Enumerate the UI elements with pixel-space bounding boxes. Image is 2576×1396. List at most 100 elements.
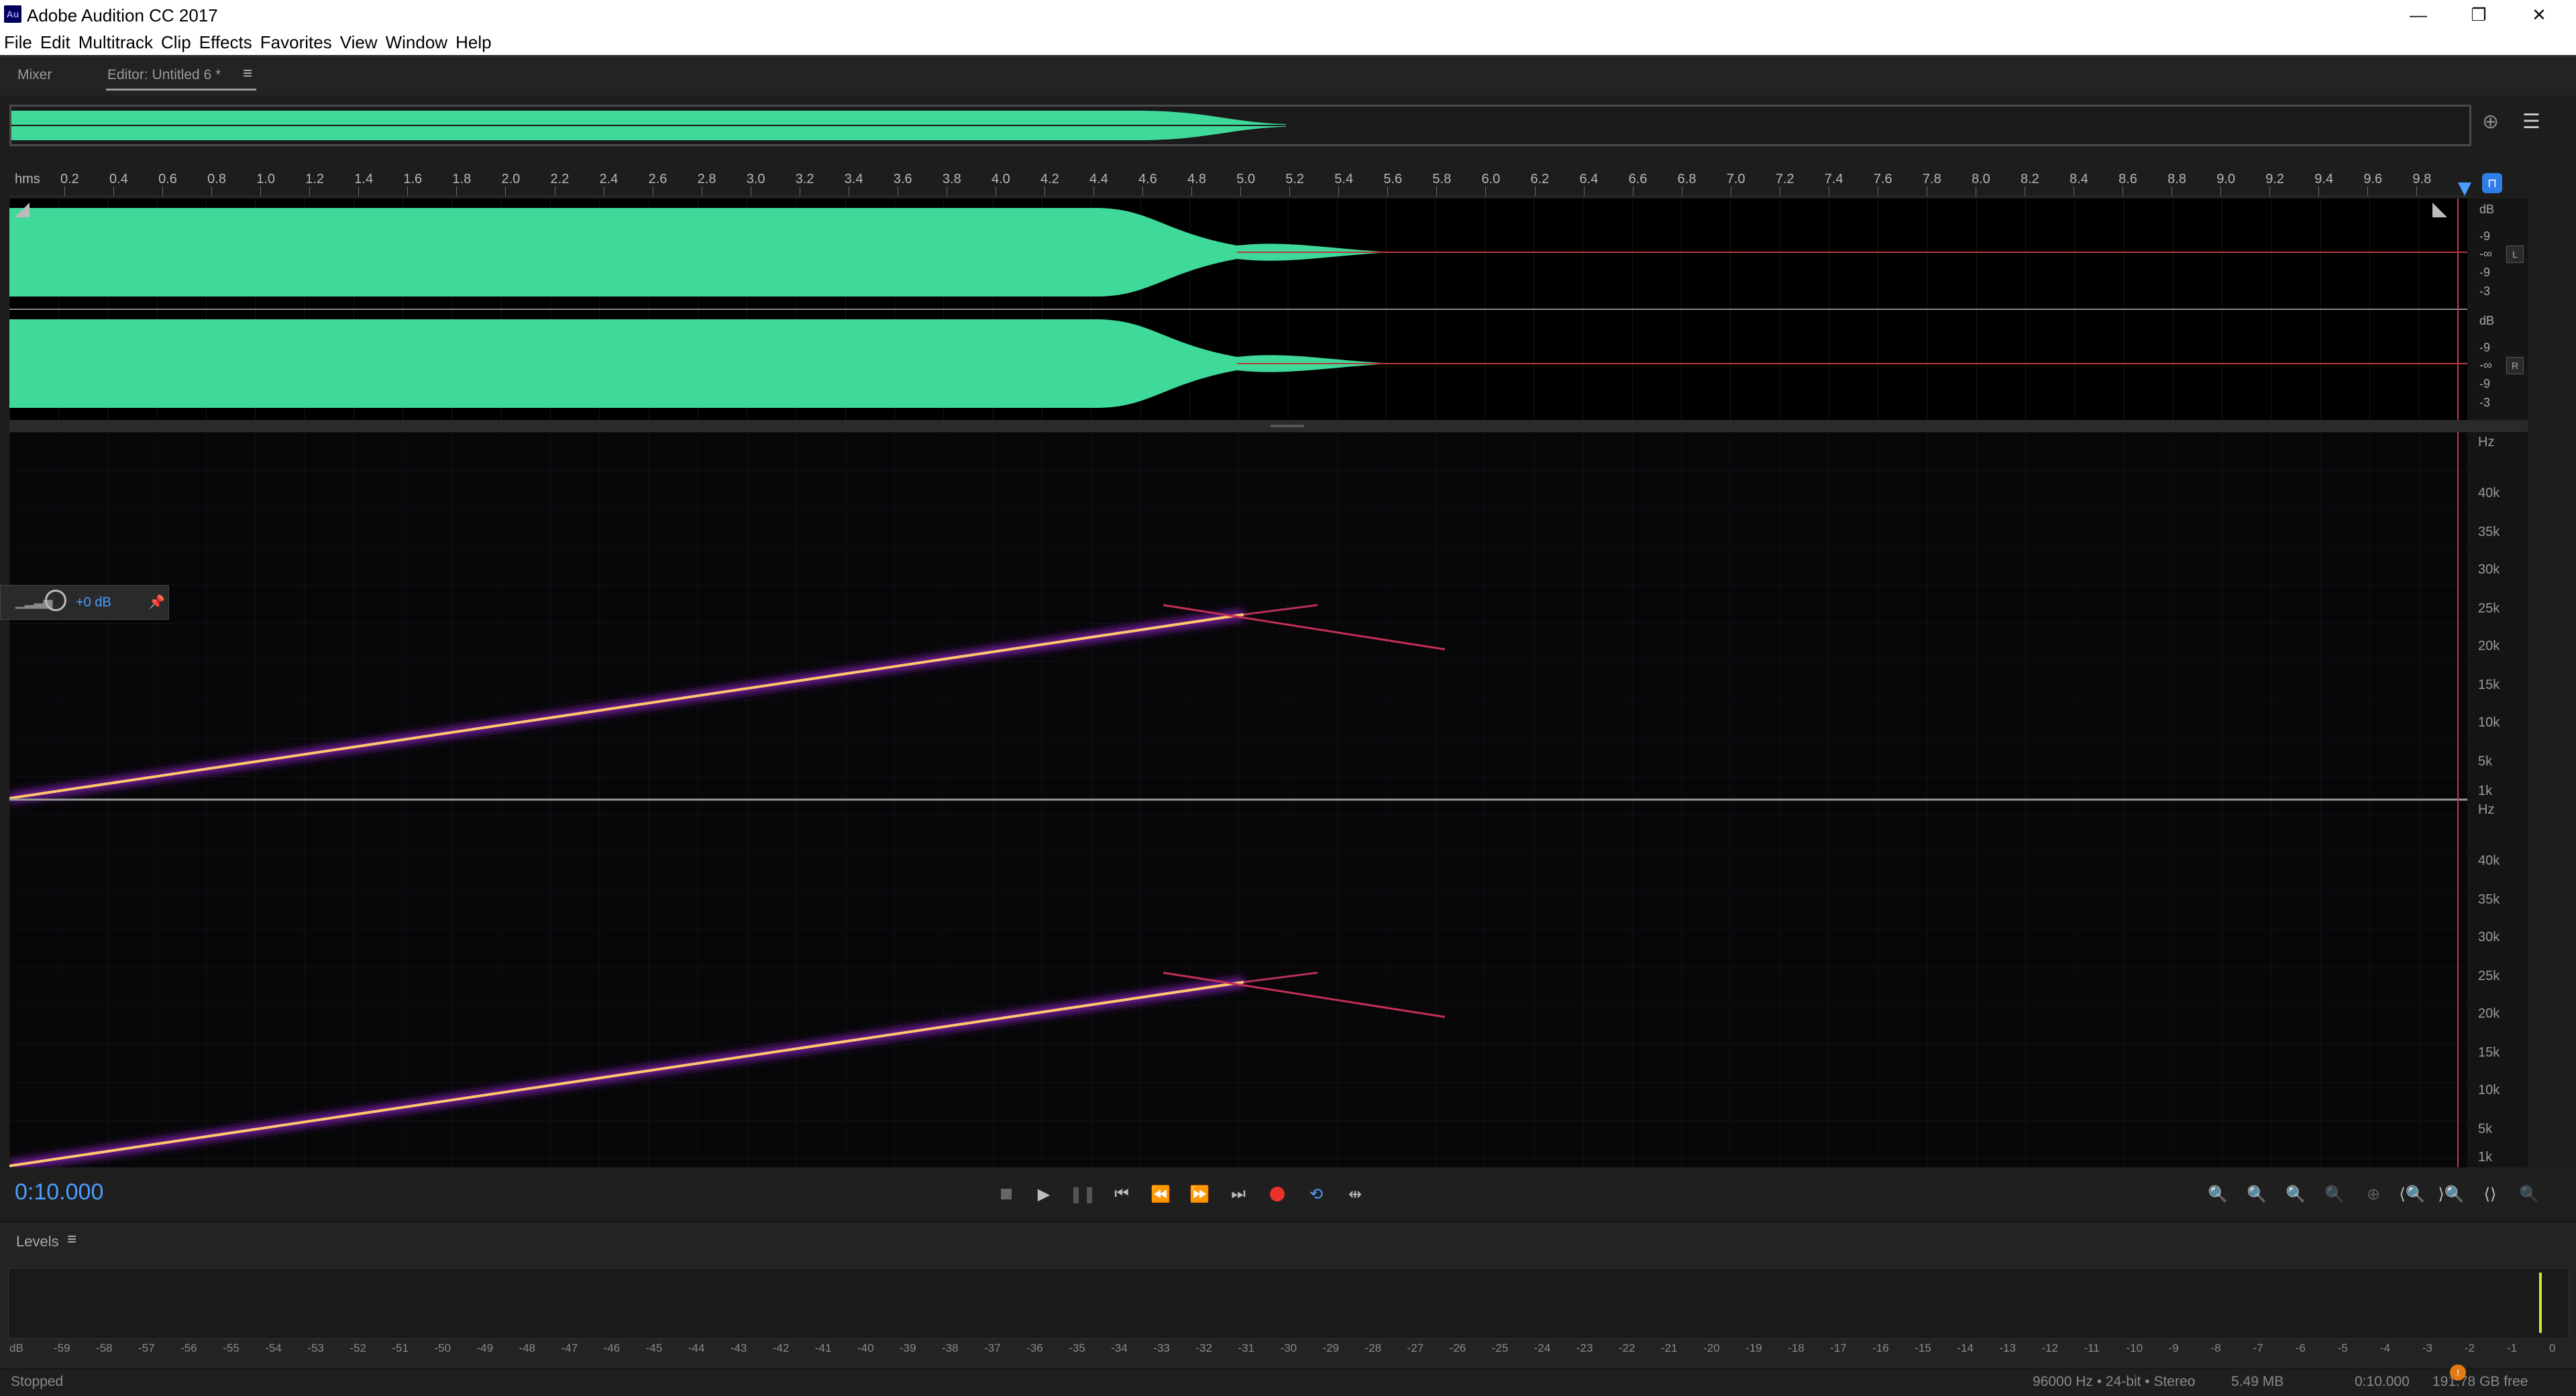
restore-button[interactable]: ❐ (2449, 0, 2509, 30)
close-button[interactable]: ✕ (2509, 0, 2569, 30)
left-channel-toggle[interactable]: L (2506, 246, 2524, 263)
menu-edit[interactable]: Edit (36, 32, 74, 53)
ruler-tick-label: 4.8 (1187, 172, 1206, 186)
skip-selection-button[interactable]: ⇹ (1342, 1181, 1368, 1207)
zoom-in-amplitude-icon[interactable]: 🔍 (2204, 1181, 2231, 1207)
move-to-start-button[interactable]: ⏮ (1108, 1181, 1135, 1207)
levels-scale-label: -41 (814, 1342, 832, 1354)
pause-button[interactable]: ❚❚ (1069, 1181, 1096, 1207)
zoom-reset-icon[interactable]: 🔍 (2516, 1181, 2542, 1207)
ruler-tick-mark (113, 186, 115, 196)
timecode-display[interactable]: 0:10.000 (15, 1179, 103, 1205)
levels-unit: dB (9, 1342, 23, 1354)
hz-label: 25k (2478, 601, 2500, 616)
ruler-tick-label: 9.0 (2216, 172, 2235, 186)
app-icon: Au (4, 5, 21, 23)
play-button[interactable]: ▶ (1030, 1181, 1057, 1207)
levels-scale-label: -35 (1069, 1342, 1085, 1354)
menu-multitrack[interactable]: Multitrack (74, 32, 157, 53)
stop-button[interactable] (993, 1181, 1020, 1207)
levels-panel-title: Levels (16, 1233, 59, 1250)
panel-menu-icon[interactable]: ≡ (243, 64, 252, 83)
hz-label: 30k (2478, 562, 2500, 577)
menu-clip[interactable]: Clip (157, 32, 195, 53)
ruler-tick-mark (1093, 186, 1095, 196)
hz-label: 35k (2478, 892, 2500, 907)
menu-file[interactable]: File (0, 32, 36, 53)
pin-icon[interactable]: 📌 (148, 594, 165, 610)
notification-icon[interactable]: ! (2450, 1364, 2466, 1381)
ruler-tick-label: 5.0 (1236, 172, 1255, 186)
levels-scale-label: -19 (1746, 1342, 1762, 1354)
menu-view[interactable]: View (336, 32, 382, 53)
zoom-out-time-icon[interactable]: 🔍 (2321, 1181, 2348, 1207)
zoom-in-point-icon[interactable]: ⟨🔍 (2399, 1181, 2426, 1207)
zoom-navigator-icon[interactable]: ⊕ (2482, 110, 2499, 133)
ruler-tick-mark (1338, 186, 1340, 196)
waveform-display[interactable] (9, 199, 2467, 420)
ruler-tick-mark (2220, 186, 2222, 196)
levels-scale-label: -58 (96, 1342, 113, 1354)
fast-forward-button[interactable]: ⏩ (1186, 1181, 1213, 1207)
ruler-tick-label: 2.8 (697, 172, 716, 186)
ruler-tick-label: 5.4 (1334, 172, 1354, 186)
levels-scale-label: -52 (350, 1342, 366, 1354)
amp-label: -9 (2479, 266, 2491, 279)
record-button[interactable] (1264, 1181, 1291, 1207)
zoom-out-point-icon[interactable]: ⟩🔍 (2438, 1181, 2465, 1207)
levels-scale-label: -25 (1491, 1342, 1509, 1354)
levels-menu-icon[interactable]: ≡ (67, 1230, 76, 1249)
menu-help[interactable]: Help (451, 32, 495, 53)
hz-label: 5k (2478, 1122, 2493, 1136)
time-ruler[interactable]: hms 0.2 0.4 0.6 0.8 1.0 1.2 1.4 1.6 1.8 2.0 2.2 2.4… (9, 165, 2467, 197)
ruler-tick-mark (64, 186, 65, 196)
spectral-frequency-display[interactable] (8, 432, 2467, 1171)
menu-effects[interactable]: Effects (195, 32, 256, 53)
gain-value: +0 dB (76, 595, 111, 610)
right-channel-toggle[interactable]: R (2506, 357, 2524, 374)
menu-window[interactable]: Window (382, 32, 451, 53)
levels-meter (8, 1268, 2569, 1339)
menu-favorites[interactable]: Favorites (256, 32, 336, 53)
amp-unit-left: dB (2479, 203, 2495, 216)
levels-scale-label: -12 (2041, 1342, 2058, 1354)
ruler-tick-mark (1240, 186, 1242, 196)
display-splitter[interactable] (9, 420, 2528, 432)
zoom-to-selection-icon[interactable]: ⊕ (2360, 1181, 2387, 1207)
loop-playback-button[interactable]: ⟲ (1303, 1181, 1330, 1207)
hz-label: 40k (2478, 853, 2500, 868)
ruler-tick-label: 0.6 (158, 172, 177, 186)
hz-label: 15k (2478, 1045, 2500, 1060)
gain-hud[interactable]: ▁▂▃▅ +0 dB 📌 (0, 585, 169, 620)
zoom-out-full-icon[interactable]: ⟨⟩ (2477, 1181, 2504, 1207)
ruler-tick-label: 1.2 (305, 172, 325, 186)
zoom-out-amplitude-icon[interactable]: 🔍 (2243, 1181, 2270, 1207)
levels-scale-label: -24 (1534, 1342, 1551, 1354)
move-to-end-button[interactable]: ⏭ (1225, 1181, 1252, 1207)
levels-scale-label: -6 (2295, 1342, 2306, 1354)
levels-scale-label: 0 (2549, 1342, 2556, 1354)
panel-options-icon[interactable]: ☰ (2522, 110, 2540, 133)
tab-mixer[interactable]: Mixer (17, 67, 52, 83)
ruler-tick-label: 7.6 (1873, 172, 1892, 186)
ruler-tick-label: 0.8 (207, 172, 226, 186)
zoom-in-time-icon[interactable]: 🔍 (2282, 1181, 2309, 1207)
snap-icon[interactable]: ⊓ (2482, 173, 2502, 193)
spectrogram-svg (8, 432, 2467, 1171)
rewind-button[interactable]: ⏪ (1147, 1181, 1174, 1207)
levels-scale-label: -29 (1322, 1342, 1340, 1354)
levels-scale-label: -53 (307, 1342, 324, 1354)
overview-waveform (11, 111, 2469, 140)
minimize-button[interactable]: — (2388, 0, 2449, 30)
ruler-tick-mark (1289, 186, 1291, 196)
ruler-tick-mark (162, 186, 164, 196)
gain-knob[interactable] (45, 590, 66, 611)
levels-scale-label: -21 (1660, 1342, 1678, 1354)
overview-navigator[interactable] (9, 105, 2471, 146)
ruler-tick-label: 2.4 (599, 172, 619, 186)
ruler-tick-mark (2318, 186, 2320, 196)
tab-editor[interactable]: Editor: Untitled 6 * (107, 67, 221, 83)
ruler-tick-mark (2171, 186, 2173, 196)
ruler-tick-label: 7.0 (1726, 172, 1746, 186)
ruler-tick-label: 6.8 (1677, 172, 1697, 186)
